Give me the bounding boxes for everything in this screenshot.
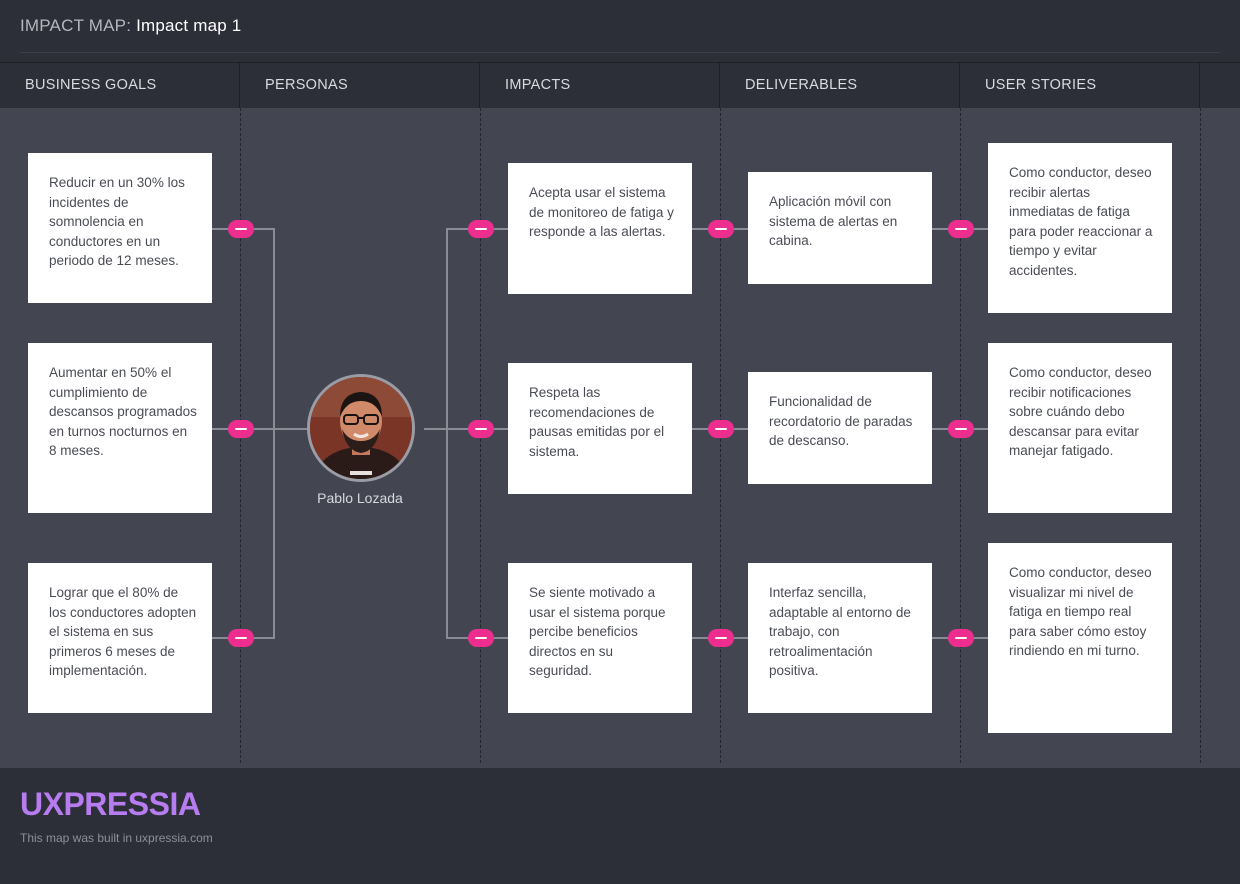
business-goal-card[interactable]: Aumentar en 50% el cumplimiento de desca… <box>28 343 212 513</box>
user-story-card[interactable]: Como conductor, deseo recibir alertas in… <box>988 143 1172 313</box>
collapse-toggle-icon[interactable] <box>468 420 494 438</box>
collapse-toggle-icon[interactable] <box>468 629 494 647</box>
deliverable-card[interactable]: Funcionalidad de recordatorio de paradas… <box>748 372 932 484</box>
impact-card[interactable]: Acepta usar el sistema de monitoreo de f… <box>508 163 692 294</box>
uxpressia-logo[interactable]: UXPRESSIA <box>20 786 201 823</box>
column-header-impacts[interactable]: IMPACTS <box>480 62 720 108</box>
collapse-toggle-icon[interactable] <box>468 220 494 238</box>
persona-name[interactable]: Pablo Lozada <box>280 490 440 506</box>
deliverable-card[interactable]: Aplicación móvil con sistema de alertas … <box>748 172 932 284</box>
connector-line <box>446 228 448 639</box>
header-divider <box>20 52 1220 53</box>
column-divider <box>1200 108 1201 763</box>
collapse-toggle-icon[interactable] <box>228 629 254 647</box>
deliverable-card[interactable]: Interfaz sencilla, adaptable al entorno … <box>748 563 932 713</box>
business-goal-card[interactable]: Lograr que el 80% de los conductores ado… <box>28 563 212 713</box>
persona-photo-icon <box>310 377 412 479</box>
collapse-toggle-icon[interactable] <box>228 420 254 438</box>
impact-card[interactable]: Se siente motivado a usar el sistema por… <box>508 563 692 713</box>
collapse-toggle-icon[interactable] <box>948 220 974 238</box>
collapse-toggle-icon[interactable] <box>948 420 974 438</box>
collapse-toggle-icon[interactable] <box>708 220 734 238</box>
built-in-note[interactable]: This map was built in uxpressia.com <box>20 831 213 845</box>
connector-line <box>424 428 447 430</box>
collapse-toggle-icon[interactable] <box>228 220 254 238</box>
collapse-toggle-icon[interactable] <box>708 420 734 438</box>
connector-line <box>273 228 275 639</box>
collapse-toggle-icon[interactable] <box>708 629 734 647</box>
map-header: IMPACT MAP: Impact map 1 <box>0 0 1240 52</box>
user-story-card[interactable]: Como conductor, deseo recibir notificaci… <box>988 343 1172 513</box>
persona-avatar[interactable] <box>307 374 415 482</box>
column-header-deliverables[interactable]: DELIVERABLES <box>720 62 960 108</box>
connector-line <box>273 428 307 430</box>
collapse-toggle-icon[interactable] <box>948 629 974 647</box>
column-header-personas[interactable]: PERSONAS <box>240 62 480 108</box>
user-story-card[interactable]: Como conductor, deseo visualizar mi nive… <box>988 543 1172 733</box>
map-name[interactable]: Impact map 1 <box>136 16 241 35</box>
impact-card[interactable]: Respeta las recomendaciones de pausas em… <box>508 363 692 494</box>
map-title-prefix: IMPACT MAP: <box>20 16 132 35</box>
business-goal-card[interactable]: Reducir en un 30% los incidentes de somn… <box>28 153 212 303</box>
column-header-user-stories[interactable]: USER STORIES <box>960 62 1200 108</box>
map-title: IMPACT MAP: Impact map 1 <box>20 16 241 36</box>
column-header-business-goals[interactable]: BUSINESS GOALS <box>0 62 240 108</box>
